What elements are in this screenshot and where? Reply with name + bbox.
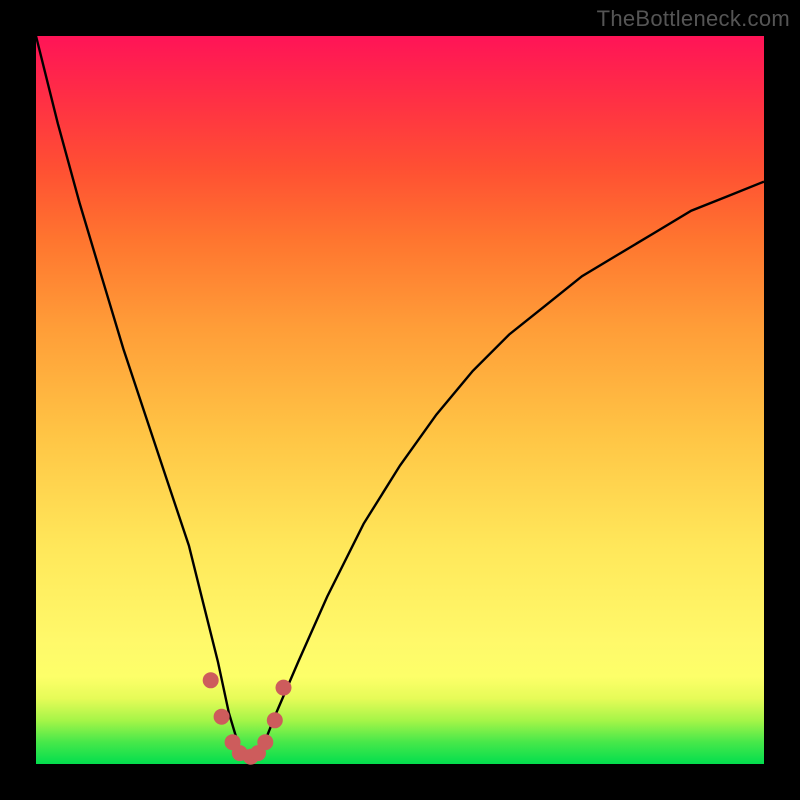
marker-dot xyxy=(257,734,273,750)
watermark-text: TheBottleneck.com xyxy=(597,6,790,32)
marker-dot xyxy=(267,712,283,728)
marker-dot xyxy=(276,680,292,696)
marker-dot xyxy=(214,709,230,725)
chart-overlay xyxy=(36,36,764,764)
chart-frame: TheBottleneck.com xyxy=(0,0,800,800)
plot-area xyxy=(36,36,764,764)
bottleneck-curve xyxy=(36,36,764,764)
marker-dot xyxy=(203,672,219,688)
markers-group xyxy=(203,672,292,764)
curve-group xyxy=(36,36,764,764)
